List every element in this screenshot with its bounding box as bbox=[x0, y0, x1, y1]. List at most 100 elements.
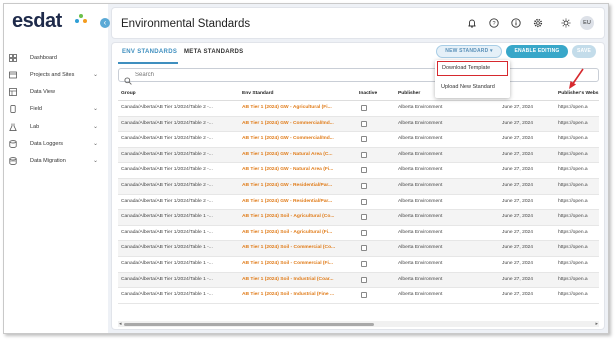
annotation-arrow-icon bbox=[569, 68, 584, 89]
help-icon[interactable]: ? bbox=[488, 17, 500, 29]
inactive-checkbox[interactable] bbox=[361, 229, 367, 236]
save-button[interactable]: SAVE bbox=[572, 45, 596, 58]
cell-group: Canada/Alberta/AB Tier 1/2024/Table 2 -.… bbox=[121, 105, 213, 110]
app-window: esdat Dashboard Projects and Sites ⌄ Data V… bbox=[3, 3, 609, 334]
scroll-right-icon[interactable]: ▸ bbox=[595, 321, 598, 327]
tab-meta-standards[interactable]: META STANDARDS bbox=[184, 49, 243, 55]
cell-publisher: Alberta Environment bbox=[398, 151, 443, 157]
sidebar-item-label: Data Migration bbox=[30, 158, 66, 164]
active-tab-indicator bbox=[118, 62, 178, 64]
sidebar-item-lab[interactable]: Lab ⌄ bbox=[8, 119, 104, 135]
inactive-checkbox[interactable] bbox=[361, 167, 367, 174]
brightness-icon[interactable] bbox=[560, 17, 572, 29]
search-input[interactable] bbox=[135, 70, 335, 80]
cell-publisher-website: https://open.a bbox=[558, 245, 588, 251]
cell-publisher-website: https://open.a bbox=[558, 229, 588, 235]
top-icons: ? EU bbox=[456, 16, 594, 30]
collapse-sidebar-icon[interactable]: ‹ bbox=[100, 18, 110, 28]
table-row[interactable]: Canada/Alberta/AB Tier 1/2024/Table 2 -.… bbox=[118, 195, 599, 211]
cell-group: Canada/Alberta/AB Tier 1/2024/Table 2 -.… bbox=[121, 167, 213, 173]
table-row[interactable]: Canada/Alberta/AB Tier 1/2024/Table 2 -.… bbox=[118, 132, 599, 148]
sidebar-item-data-loggers[interactable]: Data Loggers ⌄ bbox=[8, 136, 104, 152]
cell-published-date: June 27, 2024 bbox=[502, 292, 534, 298]
cell-publisher-website: https://open.a bbox=[558, 136, 588, 142]
sidebar-item-label: Field bbox=[30, 106, 42, 112]
horizontal-scrollbar[interactable]: ◂ ▸ bbox=[118, 321, 599, 327]
new-standard-button[interactable]: NEW STANDARD ▾ bbox=[436, 45, 502, 58]
table-row[interactable]: Canada/Alberta/AB Tier 1/2024/Table 1 -.… bbox=[118, 226, 599, 242]
info-icon[interactable] bbox=[510, 17, 522, 29]
projects-icon bbox=[8, 70, 18, 80]
cell-group: Canada/Alberta/AB Tier 1/2024/Table 2 -.… bbox=[121, 183, 213, 188]
table-row[interactable]: Canada/Alberta/AB Tier 1/2024/Table 2 -.… bbox=[118, 163, 599, 179]
inactive-checkbox[interactable] bbox=[361, 292, 367, 299]
table-row[interactable]: Canada/Alberta/AB Tier 1/2024/Table 2 -.… bbox=[118, 116, 599, 133]
column-header-group[interactable]: Group bbox=[121, 87, 235, 101]
lab-icon bbox=[8, 122, 18, 132]
cell-publisher-website: https://open.a bbox=[558, 151, 588, 157]
table-row[interactable]: Canada/Alberta/AB Tier 1/2024/Table 1 -.… bbox=[118, 241, 599, 257]
inactive-checkbox[interactable] bbox=[361, 261, 367, 267]
page-title: Environmental Standards bbox=[121, 18, 251, 30]
inactive-checkbox[interactable] bbox=[361, 276, 367, 283]
inactive-checkbox[interactable] bbox=[361, 198, 367, 205]
cell-publisher: Alberta Environment bbox=[398, 214, 443, 220]
sidebar-item-data-view[interactable]: Data View bbox=[8, 84, 104, 100]
chevron-down-icon: ⌄ bbox=[92, 72, 98, 78]
cell-group: Canada/Alberta/AB Tier 1/2024/Table 1 -.… bbox=[121, 229, 213, 235]
logo-dots-icon bbox=[75, 14, 87, 26]
menu-item-download-template[interactable]: Download Template bbox=[437, 61, 508, 76]
svg-text:?: ? bbox=[492, 21, 495, 27]
sidebar-item-dashboard[interactable]: Dashboard bbox=[8, 50, 104, 66]
standards-table: Group Env Standard Inactive Publisher Pu… bbox=[118, 87, 599, 321]
cell-publisher: Alberta Environment bbox=[398, 245, 443, 251]
cell-published-date: June 27, 2024 bbox=[502, 167, 534, 173]
cell-publisher-website: https://open.a bbox=[558, 120, 588, 126]
inactive-checkbox[interactable] bbox=[361, 151, 367, 158]
cell-published-date: June 27, 2024 bbox=[502, 229, 534, 235]
inactive-checkbox[interactable] bbox=[361, 136, 367, 143]
cell-group: Canada/Alberta/AB Tier 1/2024/Table 1 -.… bbox=[121, 276, 213, 282]
table-row[interactable]: Canada/Alberta/AB Tier 1/2024/Table 1 -.… bbox=[118, 288, 599, 304]
inactive-checkbox[interactable] bbox=[361, 214, 367, 221]
user-avatar[interactable]: EU bbox=[580, 16, 594, 30]
table-row[interactable]: Canada/Alberta/AB Tier 1/2024/Table 2 -.… bbox=[118, 101, 599, 117]
data-view-icon bbox=[8, 87, 18, 97]
table-row[interactable]: Canada/Alberta/AB Tier 1/2024/Table 2 -.… bbox=[118, 179, 599, 195]
cell-publisher: Alberta Environment bbox=[398, 198, 443, 204]
scroll-left-icon[interactable]: ◂ bbox=[119, 321, 122, 327]
data-migration-icon bbox=[8, 156, 18, 166]
menu-item-upload-new-standard[interactable]: Upload New Standard bbox=[437, 80, 508, 95]
cell-env-standard: AB Tier 1 (2024) GW - Natural Area (C... bbox=[242, 151, 333, 157]
inactive-checkbox[interactable] bbox=[361, 245, 367, 252]
enable-editing-button[interactable]: ENABLE EDITING bbox=[506, 45, 568, 58]
cell-published-date: June 27, 2024 bbox=[502, 183, 534, 188]
inactive-checkbox[interactable] bbox=[361, 120, 367, 127]
table-row[interactable]: Canada/Alberta/AB Tier 1/2024/Table 1 -.… bbox=[118, 257, 599, 273]
column-header-inactive[interactable]: Inactive bbox=[359, 87, 389, 101]
chevron-down-icon: ⌄ bbox=[92, 106, 98, 112]
sidebar-item-data-migration[interactable]: Data Migration ⌄ bbox=[8, 153, 104, 169]
cell-publisher: Alberta Environment bbox=[398, 229, 443, 235]
settings-icon[interactable] bbox=[532, 17, 544, 29]
bell-icon[interactable] bbox=[466, 17, 478, 29]
cell-group: Canada/Alberta/AB Tier 1/2024/Table 2 -.… bbox=[121, 151, 213, 157]
cell-env-standard: AB Tier 1 (2024) Soil - Commercial (Fi..… bbox=[242, 261, 333, 266]
cell-publisher: Alberta Environment bbox=[398, 105, 443, 110]
inactive-checkbox[interactable] bbox=[361, 183, 367, 189]
sidebar-item-field[interactable]: Field ⌄ bbox=[8, 101, 104, 117]
inactive-checkbox[interactable] bbox=[361, 105, 367, 111]
content-panel: ENV STANDARDS META STANDARDS NEW STANDAR… bbox=[111, 42, 605, 330]
sidebar-item-label: Dashboard bbox=[30, 55, 57, 61]
cell-publisher-website: https://open.a bbox=[558, 214, 588, 220]
column-header-env-standard[interactable]: Env Standard bbox=[242, 87, 350, 101]
tab-env-standards[interactable]: ENV STANDARDS bbox=[122, 49, 177, 55]
cell-group: Canada/Alberta/AB Tier 1/2024/Table 1 -.… bbox=[121, 214, 213, 220]
cell-publisher-website: https://open.a bbox=[558, 292, 588, 298]
table-row[interactable]: Canada/Alberta/AB Tier 1/2024/Table 2 -.… bbox=[118, 147, 599, 164]
scrollbar-thumb[interactable] bbox=[124, 322, 374, 326]
table-row[interactable]: Canada/Alberta/AB Tier 1/2024/Table 1 -.… bbox=[118, 272, 599, 289]
search-box[interactable] bbox=[118, 68, 599, 85]
table-row[interactable]: Canada/Alberta/AB Tier 1/2024/Table 1 -.… bbox=[118, 210, 599, 226]
sidebar-item-projects-and-sites[interactable]: Projects and Sites ⌄ bbox=[8, 67, 104, 83]
